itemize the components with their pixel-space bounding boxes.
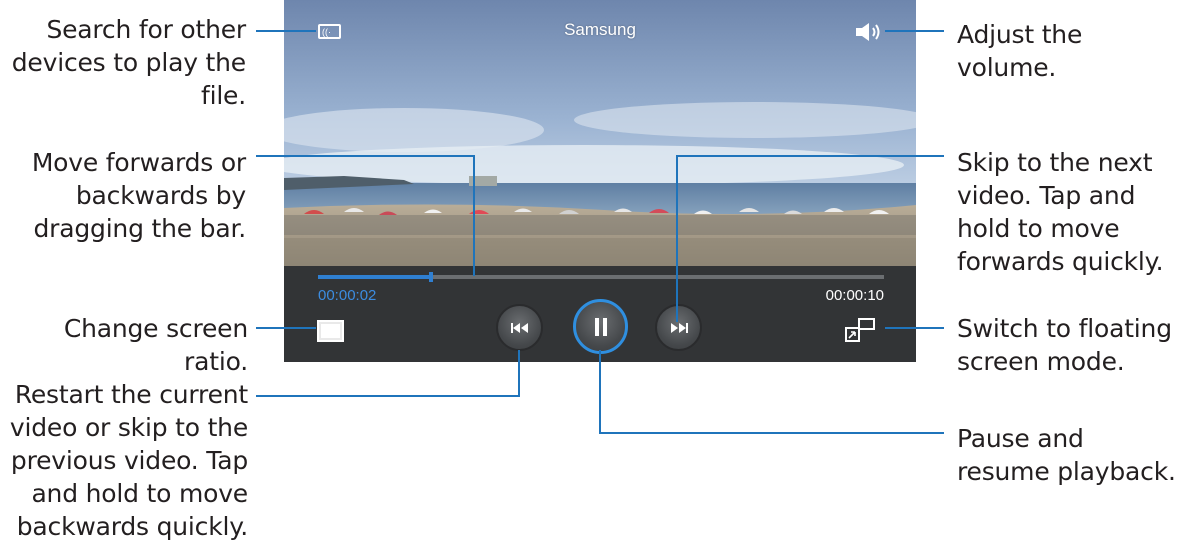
skip-previous-icon — [510, 322, 528, 333]
screen-ratio-icon[interactable] — [317, 320, 344, 342]
elapsed-time: 00:00:02 — [318, 287, 377, 304]
progress-bar[interactable] — [318, 272, 884, 282]
video-player-screen[interactable]: ((· Samsung 00:00:02 00:00:10 — [284, 0, 916, 362]
pause-icon — [594, 317, 607, 336]
playback-controls-bar: 00:00:02 00:00:10 — [284, 266, 916, 362]
speaker-volume-icon[interactable] — [854, 21, 884, 43]
callout-floating: Switch to floating screen mode. — [957, 314, 1172, 376]
skip-next-icon — [670, 322, 688, 333]
progress-bar-fill — [318, 275, 431, 279]
callout-screen-ratio: Change screen ratio. — [63, 314, 248, 376]
callout-volume: Adjust the volume. — [957, 20, 1083, 82]
callout-drag-bar: Move forwards or backwards by dragging t… — [31, 148, 246, 243]
callout-search-devices: Search for other devices to play the fil… — [11, 15, 246, 110]
total-time: 00:00:10 — [825, 287, 884, 304]
pause-button[interactable] — [573, 299, 628, 354]
leader-pause — [599, 350, 944, 434]
progress-bar-handle[interactable] — [429, 272, 433, 282]
next-button[interactable] — [655, 304, 702, 351]
callout-skip-next: Skip to the next video. Tap and hold to … — [957, 148, 1164, 276]
video-title: Samsung — [564, 20, 636, 39]
callout-restart: Restart the current video or skip to the… — [9, 380, 248, 541]
floating-screen-icon[interactable] — [844, 317, 876, 343]
previous-button[interactable] — [496, 304, 543, 351]
callout-pause: Pause and resume playback. — [957, 424, 1176, 486]
